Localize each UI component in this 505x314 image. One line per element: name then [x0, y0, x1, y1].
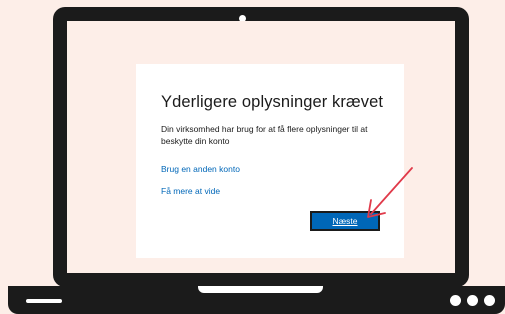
pointer-arrow-icon — [367, 167, 413, 218]
